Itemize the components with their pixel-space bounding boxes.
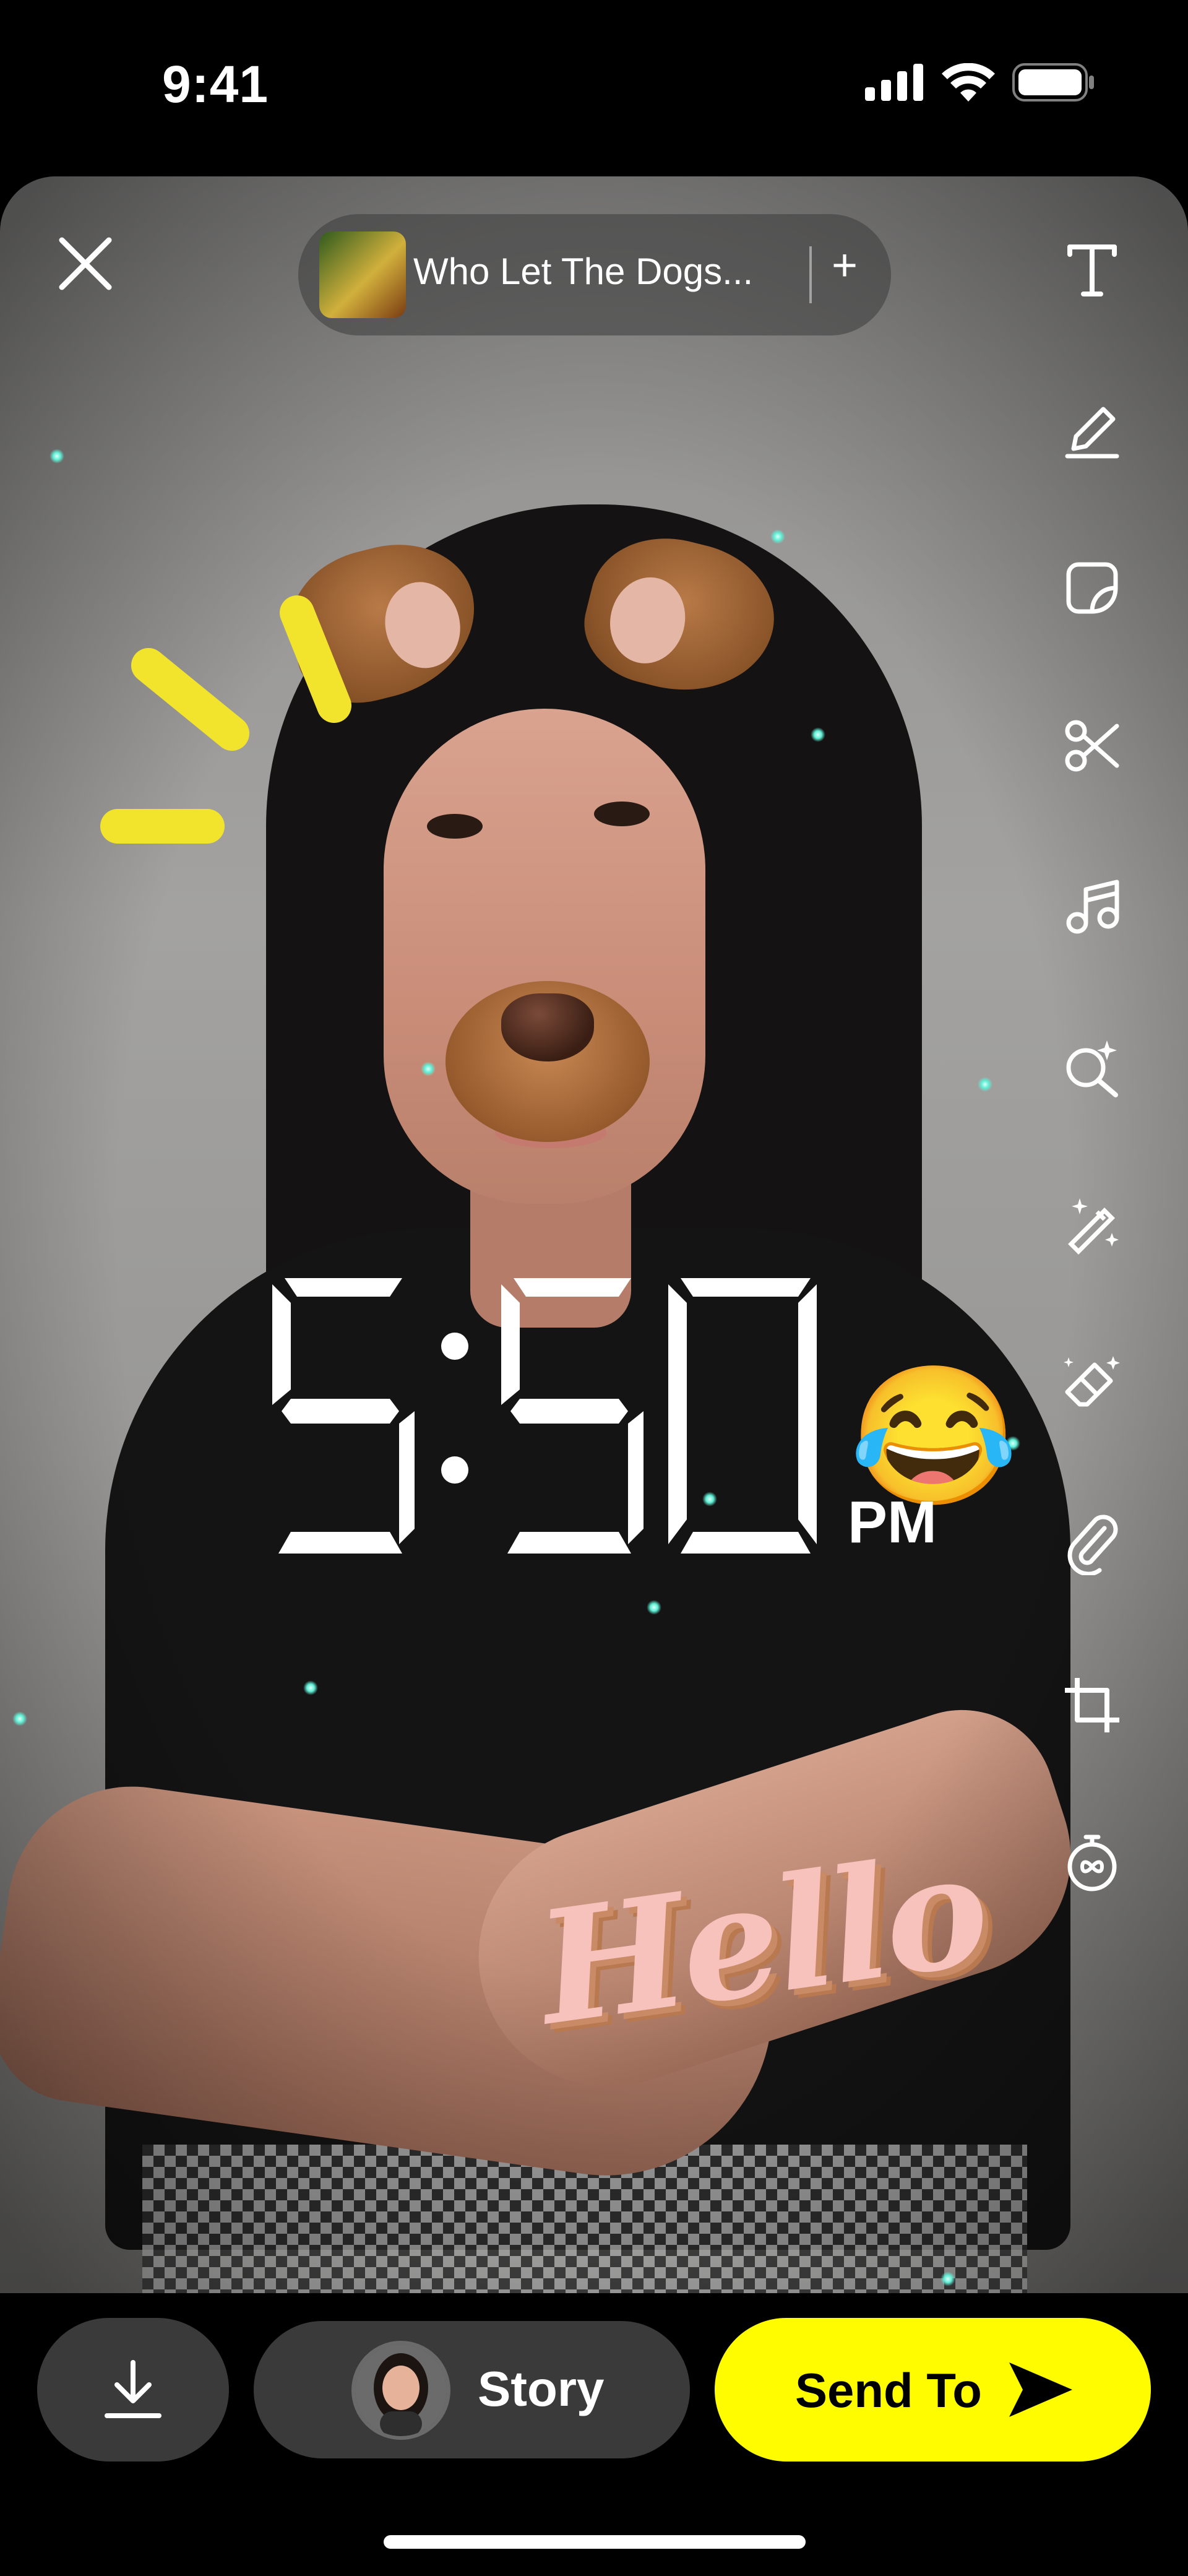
story-button[interactable]: Story [254, 2321, 690, 2458]
clock-period: PM [848, 1489, 937, 1555]
sparkle [978, 1077, 992, 1092]
sparkle [770, 529, 785, 544]
text-tool-button[interactable] [1052, 229, 1132, 309]
search-sparkle-icon [1066, 1040, 1118, 1097]
sticker-icon [1066, 562, 1118, 614]
status-time: 9:41 [162, 55, 269, 113]
send-to-label: Send To [795, 2363, 982, 2418]
music-chip[interactable]: Who Let The Dogs... + [298, 214, 891, 335]
sparkle [12, 1711, 27, 1726]
sparkle [811, 727, 825, 742]
text-icon [1067, 244, 1117, 296]
sparkle [421, 1061, 436, 1076]
music-title: Who Let The Dogs... [413, 251, 754, 292]
eraser-icon [1064, 1356, 1120, 1407]
crop-icon [1065, 1678, 1119, 1732]
wifi-icon [942, 63, 995, 102]
status-icons [865, 63, 1095, 102]
close-icon[interactable] [56, 234, 115, 293]
save-button[interactable] [37, 2318, 229, 2461]
music-note-icon [1066, 880, 1119, 934]
sparkle [303, 1680, 318, 1695]
draw-tool-button[interactable] [1052, 390, 1132, 470]
timer-icon [1067, 1835, 1117, 1891]
download-icon [105, 2360, 161, 2418]
timer-tool-button[interactable] [1052, 1823, 1132, 1903]
music-chip-divider [809, 246, 812, 303]
crop-tool-button[interactable] [1052, 1665, 1132, 1745]
attachment-tool-button[interactable] [1052, 1504, 1132, 1584]
lens-search-tool-button[interactable] [1052, 1027, 1132, 1108]
album-art [319, 231, 406, 318]
pencil-icon [1065, 407, 1119, 459]
paperclip-icon [1067, 1515, 1118, 1575]
sparkle [50, 449, 64, 464]
avatar [351, 2341, 450, 2440]
magic-wand-icon [1068, 1198, 1119, 1255]
eraser-tool-button[interactable] [1052, 1343, 1132, 1424]
yellow-doodle-drawing[interactable] [93, 585, 365, 863]
scissors-tool-button[interactable] [1052, 706, 1132, 786]
scissors-icon [1065, 720, 1119, 772]
story-label: Story [478, 2361, 605, 2416]
sparkle [647, 1600, 661, 1615]
music-tool-button[interactable] [1052, 867, 1132, 947]
home-indicator[interactable] [384, 2535, 806, 2549]
signal-icon [865, 64, 923, 101]
clock-sticker[interactable] [266, 1272, 835, 1563]
bitmoji-icon [355, 2345, 447, 2436]
send-arrow-icon [1009, 2362, 1072, 2417]
sparkle [940, 2271, 955, 2286]
status-bar: 9:41 [0, 0, 1188, 173]
sticker-tool-button[interactable] [1052, 548, 1132, 628]
magic-tool-button[interactable] [1052, 1185, 1132, 1266]
send-to-button[interactable]: Send To [715, 2318, 1151, 2461]
add-music-button[interactable]: + [832, 240, 858, 291]
snap-preview[interactable]: 😂 PM Hello [0, 176, 1188, 2293]
battery-icon [1012, 63, 1094, 102]
laughing-emoji-sticker[interactable]: 😂 [849, 1368, 1018, 1504]
